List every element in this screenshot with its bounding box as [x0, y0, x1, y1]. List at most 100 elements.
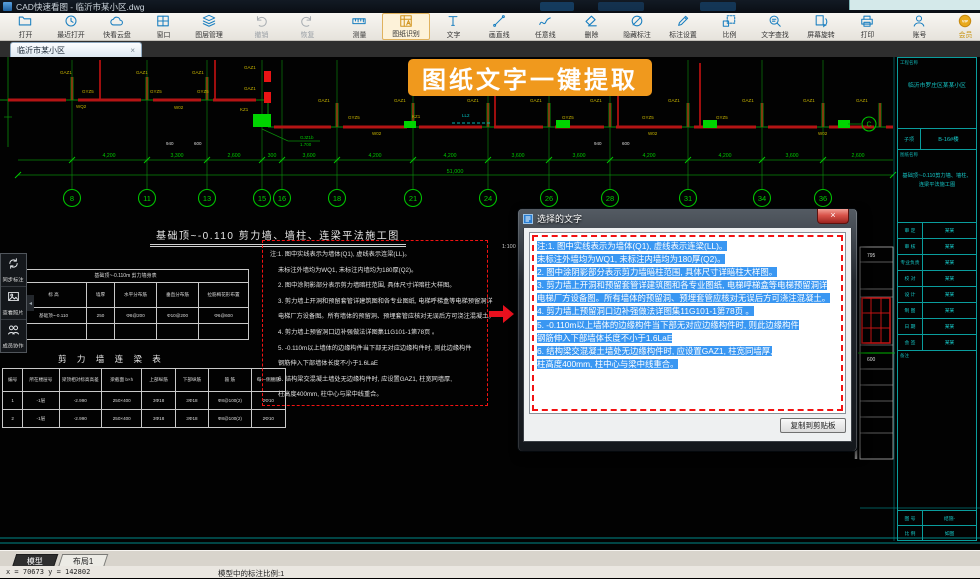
- cursor-coordinates: x = 70673 y = 142802: [6, 568, 90, 576]
- cad-label-gaz1: GAZ1: [530, 98, 542, 103]
- text-line: 4. 剪力墙上预留洞口边补强做法详图集11G101-1第78页 。: [537, 304, 838, 317]
- title-block-row: 审 定某某: [898, 223, 976, 239]
- toolbar-button-recent[interactable]: 最近打开: [48, 13, 94, 40]
- toolbar-button-anyline[interactable]: 任意线: [522, 13, 568, 40]
- text-icon: [446, 14, 460, 29]
- cad-label-w02: W02: [818, 131, 828, 136]
- dimension-label: 3,600: [786, 153, 799, 159]
- table-cell: Φ8@200: [115, 308, 157, 324]
- table-row: 2-1层-2.990250×4003Φ183Φ18Φ8@100(2)2Φ10: [3, 410, 286, 428]
- grid-bubble-c: C: [866, 122, 871, 129]
- wall-table-header: 墙厚: [87, 283, 115, 308]
- cad-label-gyz5: GYZ5: [348, 115, 360, 120]
- wall-table-header: 水平分布筋: [115, 283, 157, 308]
- table-cell: 250×400: [102, 410, 142, 428]
- table-cell: [115, 324, 157, 340]
- toolbar-button-measure[interactable]: 测量: [336, 13, 382, 40]
- toolbar-button-cloud[interactable]: 快看云盘: [94, 13, 140, 40]
- title-block-row-label: 制 图: [898, 303, 923, 318]
- detail-dim-bottom: 600: [867, 357, 876, 363]
- recognize-icon: [399, 14, 413, 28]
- title-block-row-label: 会 签: [898, 335, 923, 350]
- window-title: CAD快速看图 - 临沂市某小区.dwg: [16, 1, 144, 13]
- toolbar-button-rotate[interactable]: 屏幕旋转: [798, 13, 844, 40]
- copy-to-clipboard-button[interactable]: 复制到剪贴板: [780, 418, 846, 433]
- sidebar-item-members[interactable]: 成员协作: [1, 320, 26, 352]
- table-cell: -2.990: [59, 410, 101, 428]
- line-icon: [492, 14, 506, 29]
- toolbar-button-label: 画直线: [489, 29, 510, 39]
- cad-label-ll2: LL2: [462, 113, 470, 118]
- sidebar-collapse-arrow[interactable]: ◂: [27, 295, 34, 311]
- grid-bubble-label: 11: [143, 194, 151, 203]
- toolbar-button-hide-note[interactable]: 隐藏标注: [614, 13, 660, 40]
- toolbar-button-vip[interactable]: VIP会员: [942, 13, 980, 40]
- text-line: 3. 剪力墙上开洞和预留套管详建筑图和各专业图纸, 电梯呼梯盒等电梯预留洞详: [537, 278, 838, 291]
- pointer-arrow-icon: [489, 303, 515, 330]
- title-block-row-value: 某某: [923, 255, 976, 270]
- document-tab-bar: 临沂市某小区 ×: [0, 41, 980, 57]
- toolbar-button-redo: 恢复: [284, 13, 330, 40]
- document-tab[interactable]: 临沂市某小区 ×: [10, 42, 142, 57]
- toolbar-button-layers[interactable]: 图层管理: [186, 13, 232, 40]
- measure-icon: [352, 14, 366, 29]
- table-row: 1-1层-2.990250×4003Φ183Φ18Φ8@100(2)2Φ10: [3, 392, 286, 410]
- sheet-name-line1: 基础顶~-0.110剪力墙、墙柱、: [900, 172, 974, 181]
- toolbar-button-account[interactable]: 账号: [896, 13, 942, 40]
- title-block-row: 会 签某某: [898, 335, 976, 350]
- undo-icon: [254, 14, 268, 29]
- toolbar-button-scale[interactable]: 比例: [706, 13, 752, 40]
- sidebar-item-photo[interactable]: 查看照片: [1, 287, 26, 320]
- grid-bubble-label: 24: [484, 194, 492, 203]
- drawing-canvas[interactable]: 51,000 C 795 600 81113151618212426283134…: [0, 57, 980, 550]
- toolbar-button-erase[interactable]: 删除: [568, 13, 614, 40]
- toolbar-button-recognize[interactable]: 图纸识别: [382, 13, 430, 40]
- extracted-text-area[interactable]: 注:1. 图中实线表示为墙体(Q1), 虚线表示连梁(LL)。未标注外墙均为WQ…: [529, 232, 846, 414]
- table-cell: 2Φ10: [251, 410, 285, 428]
- table-cell: [199, 324, 249, 340]
- cad-label-gyz5: GYZ5: [150, 89, 162, 94]
- main-toolbar: 打开最近打开快看云盘窗口图层管理撤销恢复测量图纸识别文字画直线任意线删除隐藏标注…: [0, 13, 980, 41]
- toolbar-button-note-settings[interactable]: 标注设置: [660, 13, 706, 40]
- table-cell: Φ10@200: [157, 308, 199, 324]
- cad-label-kz1: KZ1: [240, 107, 249, 112]
- grid-bubble-label: 36: [819, 194, 827, 203]
- table-row: 1基础顶~-0.110250Φ8@200Φ10@200Φ6@600: [3, 308, 249, 324]
- tab-close-icon[interactable]: ×: [130, 46, 135, 55]
- members-icon: [7, 323, 20, 341]
- cad-label-gaz1: GAZ1: [244, 86, 256, 91]
- toolbar-button-open[interactable]: 打开: [2, 13, 48, 40]
- sidebar-item-sync[interactable]: 同步标注: [1, 254, 26, 287]
- toolbar-button-line[interactable]: 画直线: [476, 13, 522, 40]
- wall-table-header: 垂直分布筋: [157, 283, 199, 308]
- toolbar-button-print[interactable]: 打印: [844, 13, 890, 40]
- scale-icon: [722, 14, 736, 29]
- cad-label-gaz1: GAZ1: [668, 98, 680, 103]
- dialog-titlebar[interactable]: 选择的文字 ×: [523, 209, 852, 228]
- table-cell: 3Φ18: [142, 392, 175, 410]
- cad-label-d600: 600: [622, 141, 630, 146]
- toolbar-button-window[interactable]: 窗口: [140, 13, 186, 40]
- table-cell: 250×400: [102, 392, 142, 410]
- photo-icon: [7, 290, 20, 308]
- title-block-row-label: 专业负责: [898, 255, 923, 270]
- toolbar-button-text[interactable]: 文字: [430, 13, 476, 40]
- dimension-label: 3,600: [303, 153, 316, 159]
- cad-label-w02: W02: [174, 105, 184, 110]
- dialog-icon: [523, 214, 533, 224]
- beam-table-header: 梁截面 b×h: [102, 369, 142, 392]
- dialog-close-button[interactable]: ×: [817, 209, 849, 224]
- cad-label-kz1: KZ1: [412, 114, 421, 119]
- app-icon: [3, 2, 12, 11]
- toolbar-button-label: 标注设置: [669, 29, 697, 39]
- dimension-label: 2,600: [852, 153, 865, 159]
- toolbar-button-find-text[interactable]: 文字查找: [752, 13, 798, 40]
- dimension-label: 4,200: [643, 153, 656, 159]
- title-block-row-value: 某某: [923, 239, 976, 254]
- document-tab-label: 临沂市某小区: [17, 45, 65, 56]
- cad-label-gjz1b: GJZ1b: [300, 135, 314, 140]
- wall-table: 基础顶~-0.110m 剪力墙身表 编号 标 高 墙厚 水平分布筋 垂直分布筋 …: [2, 269, 248, 340]
- hide-note-icon: [630, 14, 644, 29]
- cad-label-wq2: WQ2: [76, 104, 87, 109]
- sheet-title-block: 工程名称 临沂市罗庄区某某小区 子项 B-16#楼 图纸名称 基础顶~-0.11…: [897, 57, 977, 541]
